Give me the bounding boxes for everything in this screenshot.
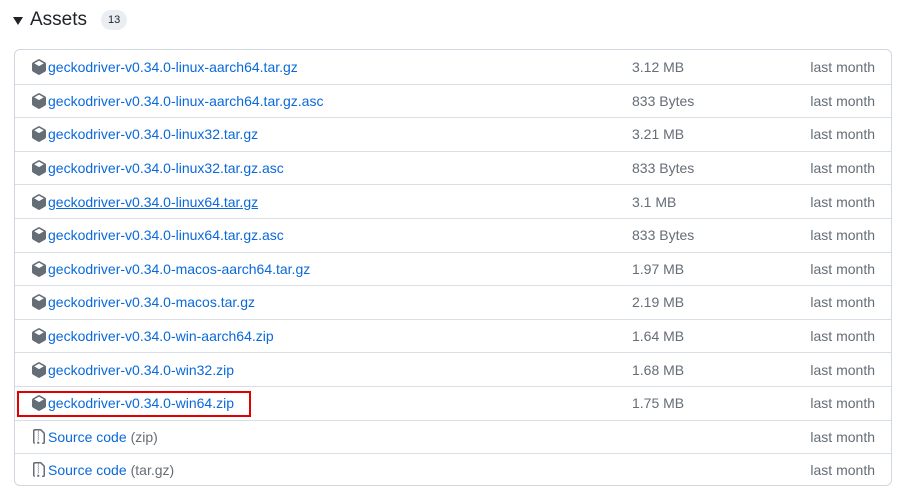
assets-title: Assets bbox=[30, 9, 88, 30]
asset-row: geckodriver-v0.34.0-linux64.tar.gz.asc 83… bbox=[15, 217, 891, 252]
source-code-link[interactable]: Source code (tar.gz) bbox=[31, 454, 175, 485]
asset-name[interactable]: geckodriver-v0.34.0-macos-aarch64.tar.gz bbox=[48, 261, 310, 277]
file-zip-icon bbox=[31, 428, 47, 445]
asset-time: last month bbox=[810, 294, 875, 311]
asset-size: 3.1 MB bbox=[632, 193, 677, 210]
asset-size: 833 Bytes bbox=[632, 227, 695, 244]
asset-name[interactable]: geckodriver-v0.34.0-win-aarch64.zip bbox=[48, 328, 274, 344]
asset-time: last month bbox=[810, 328, 875, 345]
asset-row: geckodriver-v0.34.0-linux32.tar.gz 3.21 M… bbox=[15, 117, 891, 151]
asset-download-link[interactable]: geckodriver-v0.34.0-win32.zip bbox=[31, 353, 234, 386]
asset-name[interactable]: geckodriver-v0.34.0-linux32.tar.gz bbox=[48, 126, 258, 142]
assets-toggle[interactable]: Assets 13 bbox=[13, 6, 128, 34]
asset-row: geckodriver-v0.34.0-win32.zip 1.68 MB last… bbox=[15, 352, 891, 386]
package-icon bbox=[31, 328, 47, 344]
file-zip-icon bbox=[31, 462, 47, 478]
asset-row: geckodriver-v0.34.0-linux64.tar.gz 3.1 MB… bbox=[15, 184, 891, 218]
asset-row: geckodriver-v0.34.0-macos-aarch64.tar.gz… bbox=[15, 251, 891, 286]
package-icon bbox=[31, 395, 47, 412]
asset-time: last month bbox=[810, 193, 875, 210]
asset-download-link[interactable]: geckodriver-v0.34.0-win64.zip bbox=[31, 387, 234, 420]
package-icon bbox=[31, 261, 47, 277]
asset-time: last month bbox=[810, 92, 875, 109]
asset-size: 833 Bytes bbox=[632, 92, 695, 109]
asset-size: 1.97 MB bbox=[632, 260, 685, 277]
package-icon bbox=[31, 160, 47, 176]
asset-time: last month bbox=[810, 126, 875, 143]
asset-time: last month bbox=[810, 462, 875, 479]
package-icon bbox=[31, 361, 47, 378]
source-code-label[interactable]: Source code bbox=[48, 462, 127, 478]
caret-down-icon bbox=[13, 17, 23, 25]
asset-download-link[interactable]: geckodriver-v0.34.0-macos-aarch64.tar.gz bbox=[31, 253, 310, 286]
asset-download-link[interactable]: geckodriver-v0.34.0-macos.tar.gz bbox=[31, 286, 255, 319]
asset-size: 3.12 MB bbox=[632, 58, 685, 75]
asset-download-link[interactable]: geckodriver-v0.34.0-linux-aarch64.tar.gz… bbox=[31, 85, 323, 118]
asset-time: last month bbox=[810, 160, 875, 177]
asset-size: 1.68 MB bbox=[632, 361, 685, 378]
asset-name[interactable]: geckodriver-v0.34.0-linux-aarch64.tar.gz… bbox=[48, 93, 323, 109]
asset-row: geckodriver-v0.34.0-win64.zip 1.75 MB last… bbox=[15, 385, 891, 420]
asset-time: last month bbox=[810, 227, 875, 244]
package-icon bbox=[31, 58, 47, 75]
asset-size: 2.19 MB bbox=[632, 294, 685, 311]
asset-size: 3.21 MB bbox=[632, 126, 685, 143]
package-icon bbox=[31, 126, 47, 143]
asset-name[interactable]: geckodriver-v0.34.0-linux64.tar.gz.asc bbox=[48, 227, 284, 243]
asset-name[interactable]: geckodriver-v0.34.0-linux64.tar.gz bbox=[48, 194, 258, 210]
asset-row: geckodriver-v0.34.0-linux-aarch64.tar.gz… bbox=[15, 50, 891, 84]
asset-download-link[interactable]: geckodriver-v0.34.0-linux32.tar.gz bbox=[31, 118, 258, 151]
asset-size: 1.75 MB bbox=[632, 395, 685, 412]
asset-name[interactable]: geckodriver-v0.34.0-win32.zip bbox=[48, 362, 234, 378]
asset-time: last month bbox=[810, 58, 875, 75]
assets-count-badge: 13 bbox=[101, 10, 128, 30]
asset-row: geckodriver-v0.34.0-macos.tar.gz 2.19 MB l… bbox=[15, 285, 891, 319]
asset-name[interactable]: geckodriver-v0.34.0-macos.tar.gz bbox=[48, 294, 255, 310]
asset-row: geckodriver-v0.34.0-linux32.tar.gz.asc 83… bbox=[15, 150, 891, 185]
asset-download-link[interactable]: geckodriver-v0.34.0-linux64.tar.gz bbox=[31, 185, 258, 218]
asset-name[interactable]: geckodriver-v0.34.0-linux-aarch64.tar.gz bbox=[48, 59, 298, 75]
source-code-row: Source code (tar.gz) last month bbox=[15, 453, 891, 485]
package-icon bbox=[31, 227, 47, 244]
package-icon bbox=[31, 294, 47, 311]
asset-time: last month bbox=[810, 361, 875, 378]
asset-download-link[interactable]: geckodriver-v0.34.0-win-aarch64.zip bbox=[31, 320, 274, 353]
source-code-link[interactable]: Source code (zip) bbox=[31, 421, 158, 454]
asset-download-link[interactable]: geckodriver-v0.34.0-linux-aarch64.tar.gz bbox=[31, 50, 298, 84]
asset-name[interactable]: geckodriver-v0.34.0-linux32.tar.gz.asc bbox=[48, 160, 284, 176]
asset-time: last month bbox=[810, 260, 875, 277]
asset-row: geckodriver-v0.34.0-linux-aarch64.tar.gz… bbox=[15, 83, 891, 118]
asset-name[interactable]: geckodriver-v0.34.0-win64.zip bbox=[48, 395, 234, 411]
package-icon bbox=[31, 93, 47, 109]
assets-list: geckodriver-v0.34.0-linux-aarch64.tar.gz… bbox=[14, 49, 892, 486]
asset-download-link[interactable]: geckodriver-v0.34.0-linux64.tar.gz.asc bbox=[31, 219, 284, 252]
source-code-label[interactable]: Source code bbox=[48, 429, 127, 445]
asset-time: last month bbox=[810, 395, 875, 412]
asset-size: 1.64 MB bbox=[632, 328, 685, 345]
asset-size: 833 Bytes bbox=[632, 160, 695, 177]
asset-download-link[interactable]: geckodriver-v0.34.0-linux32.tar.gz.asc bbox=[31, 152, 284, 185]
asset-row: geckodriver-v0.34.0-win-aarch64.zip 1.64 … bbox=[15, 318, 891, 353]
source-code-format: (zip) bbox=[130, 428, 158, 445]
asset-time: last month bbox=[810, 428, 875, 445]
source-code-row: Source code (zip) last month bbox=[15, 419, 891, 454]
source-code-format: (tar.gz) bbox=[130, 462, 175, 479]
package-icon bbox=[31, 193, 47, 210]
